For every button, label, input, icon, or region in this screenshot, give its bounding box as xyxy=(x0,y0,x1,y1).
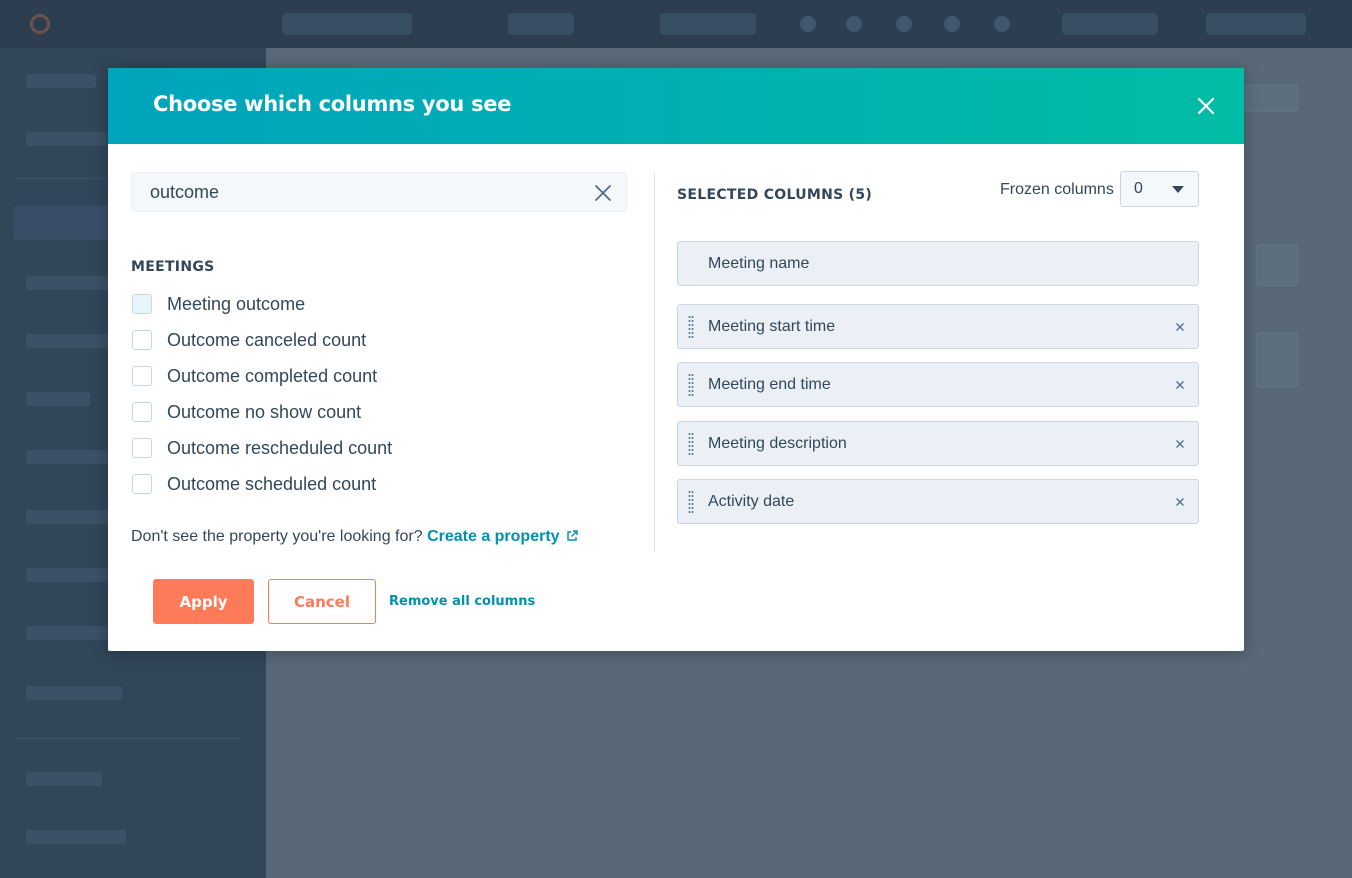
selected-column-label: Activity date xyxy=(708,493,795,510)
caret-down-icon xyxy=(1172,186,1184,193)
selected-column-meeting-description[interactable]: Meeting description xyxy=(677,421,1199,466)
option-label: Outcome scheduled count xyxy=(167,474,377,494)
drag-handle-icon[interactable] xyxy=(688,315,694,339)
drag-handle-icon[interactable] xyxy=(688,490,694,514)
property-search-input[interactable] xyxy=(132,173,572,211)
missing-property-help: Don't see the property you're looking fo… xyxy=(131,528,578,546)
modal-header: Choose which columns you see xyxy=(108,68,1244,144)
remove-column-icon[interactable] xyxy=(1174,496,1186,508)
selected-column-meeting-name: Meeting name xyxy=(677,241,1199,286)
option-checkbox[interactable] xyxy=(132,474,152,494)
option-checkbox[interactable] xyxy=(132,402,152,422)
selected-column-label: Meeting description xyxy=(708,435,847,452)
property-search-box xyxy=(131,172,627,212)
frozen-columns-select[interactable]: 0 xyxy=(1120,171,1199,207)
column-chooser-modal: Choose which columns you see MEETINGS Me… xyxy=(108,68,1244,651)
option-checkbox[interactable] xyxy=(132,330,152,350)
option-label: Meeting outcome xyxy=(167,294,306,314)
remove-column-icon[interactable] xyxy=(1174,321,1186,333)
selected-columns-heading: SELECTED COLUMNS (5) xyxy=(677,187,873,203)
option-checkbox[interactable] xyxy=(132,438,152,458)
frozen-columns-value: 0 xyxy=(1134,180,1143,197)
selected-column-label: Meeting end time xyxy=(708,376,831,393)
selected-column-label: Meeting start time xyxy=(708,318,836,335)
clear-search-icon xyxy=(595,185,611,201)
option-checkbox[interactable] xyxy=(132,366,152,386)
selected-column-meeting-end-time[interactable]: Meeting end time xyxy=(677,362,1199,407)
create-property-link[interactable]: Create a property xyxy=(427,528,578,545)
clear-search-button[interactable] xyxy=(594,184,612,202)
cancel-button[interactable]: Cancel xyxy=(268,579,376,624)
selected-column-activity-date[interactable]: Activity date xyxy=(677,479,1199,524)
frozen-columns-label: Frozen columns xyxy=(1000,181,1114,198)
drag-handle-icon[interactable] xyxy=(688,432,694,456)
external-link-icon xyxy=(566,530,578,541)
option-checkbox[interactable] xyxy=(132,294,152,314)
selected-column-meeting-start-time[interactable]: Meeting start time xyxy=(677,304,1199,349)
option-label: Outcome rescheduled count xyxy=(167,438,393,458)
option-label: Outcome completed count xyxy=(167,366,378,386)
column-divider xyxy=(654,172,655,552)
drag-handle-icon[interactable] xyxy=(688,373,694,397)
apply-button[interactable]: Apply xyxy=(153,579,254,624)
property-group-heading: MEETINGS xyxy=(131,259,215,275)
remove-column-icon[interactable] xyxy=(1174,379,1186,391)
close-button[interactable] xyxy=(1190,90,1222,122)
close-icon xyxy=(1197,97,1215,115)
remove-all-columns-link[interactable]: Remove all columns xyxy=(389,594,535,609)
option-label: Outcome canceled count xyxy=(167,330,367,350)
option-label: Outcome no show count xyxy=(167,402,362,422)
help-text: Don't see the property you're looking fo… xyxy=(131,528,423,545)
modal-title: Choose which columns you see xyxy=(153,92,512,116)
selected-column-label: Meeting name xyxy=(708,255,810,272)
create-property-link-label: Create a property xyxy=(427,528,560,545)
remove-column-icon[interactable] xyxy=(1174,438,1186,450)
